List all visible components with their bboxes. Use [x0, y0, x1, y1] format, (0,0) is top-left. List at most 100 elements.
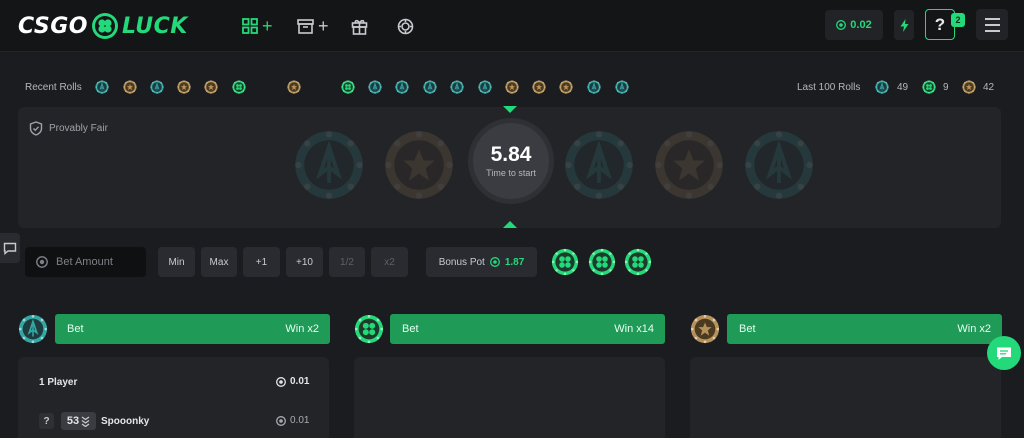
bet-amount-field[interactable]: Bet Amount	[25, 247, 146, 277]
recent-roll-chip	[559, 80, 573, 94]
provably-fair-label: Provably Fair	[49, 123, 108, 134]
players-total-value: 0.01	[290, 376, 310, 387]
top-header: CSGO LUCK + + 0.02 ? 2	[0, 0, 1024, 52]
player-level-value: 53	[66, 415, 80, 427]
t-chip-icon	[385, 131, 453, 199]
ct-chip-icon	[423, 80, 437, 94]
hamburger-menu-button[interactable]	[976, 9, 1008, 40]
chevrons-icon	[81, 415, 90, 427]
bet-plus-one-button[interactable]: +1	[243, 247, 280, 277]
place-bet-t-button[interactable]: Bet Win x2	[727, 314, 1002, 344]
player-bet-amount: 0.01	[276, 415, 309, 426]
clover-logo-icon	[91, 13, 118, 39]
win-multiplier-label: Win x2	[285, 323, 319, 335]
bet-max-button[interactable]: Max	[201, 247, 237, 277]
t-chip-icon	[559, 80, 573, 94]
bonus-chip-icon	[588, 248, 616, 276]
t-chip-icon	[177, 80, 191, 94]
column-ct-icon	[18, 314, 48, 344]
coin-icon	[36, 256, 48, 268]
place-bet-bonus-button[interactable]: Bet Win x14	[390, 314, 665, 344]
recent-roll-chip	[478, 80, 492, 94]
nav-rewards[interactable]	[351, 14, 368, 38]
stat-count: 9	[943, 82, 949, 93]
ct-chip-icon	[368, 80, 382, 94]
bonus-chip-icon	[354, 314, 384, 344]
bonus-chip	[551, 248, 579, 276]
last-100-rolls-label: Last 100 Rolls	[797, 82, 861, 93]
recent-roll-chip	[287, 80, 301, 94]
spinner-chip	[293, 129, 365, 201]
recent-roll-chip	[368, 80, 382, 94]
t-chip-icon	[532, 80, 546, 94]
ct-chip-icon	[295, 131, 363, 199]
logo-text-right: LUCK	[121, 13, 188, 39]
archive-icon	[297, 18, 314, 34]
support-chat-button[interactable]	[987, 336, 1021, 370]
stat-chip	[875, 80, 889, 94]
bonus-chip	[588, 248, 616, 276]
players-count: 1 Player	[39, 377, 78, 388]
nav-games-plus: +	[262, 15, 273, 36]
nav-roulette[interactable]	[397, 14, 414, 38]
chat-toggle-button[interactable]	[0, 233, 20, 263]
coin-icon	[836, 20, 847, 30]
recent-rolls-label: Recent Rolls	[25, 82, 82, 93]
ct-chip-icon	[450, 80, 464, 94]
bonus-chip	[624, 248, 652, 276]
balance-value: 0.02	[850, 19, 872, 31]
gift-icon	[351, 19, 368, 35]
ct-chip-icon	[615, 80, 629, 94]
player-name[interactable]: Spooonky	[101, 416, 149, 427]
bet-min-button[interactable]: Min	[158, 247, 195, 277]
bet-label: Bet	[402, 323, 419, 335]
bets-list-bonus	[354, 357, 665, 438]
spinner-chip	[653, 129, 725, 201]
ct-chip-icon	[478, 80, 492, 94]
spinner-pointer-top-icon	[503, 106, 517, 113]
bet-plus-ten-button[interactable]: +10	[286, 247, 323, 277]
nav-games[interactable]: +	[242, 14, 273, 38]
recent-roll-chip	[341, 80, 355, 94]
bet-amount-placeholder: Bet Amount	[56, 256, 113, 268]
win-multiplier-label: Win x2	[957, 323, 991, 335]
t-chip-icon	[123, 80, 137, 94]
ct-chip-icon	[587, 80, 601, 94]
spinner-chip	[383, 129, 455, 201]
bonus-chip-icon	[624, 248, 652, 276]
shield-check-icon	[29, 121, 43, 136]
spinner-pointer-bottom-icon	[503, 221, 517, 228]
players-total: 0.01	[276, 376, 309, 387]
t-chip-icon	[505, 80, 519, 94]
balance-display[interactable]: 0.02	[825, 10, 883, 40]
t-chip-icon	[287, 80, 301, 94]
column-bonus-icon	[354, 314, 384, 344]
logo[interactable]: CSGO LUCK	[18, 11, 188, 41]
player-rank-badge: ?	[39, 413, 54, 429]
t-chip-icon	[204, 80, 218, 94]
ct-chip-icon	[95, 80, 109, 94]
roulette-spinner: Provably Fair 5.84 Time to start	[18, 107, 1001, 228]
bet-double-button[interactable]: x2	[371, 247, 408, 277]
bonus-pot-value: 1.87	[504, 256, 525, 268]
t-chip-icon	[655, 131, 723, 199]
provably-fair-link[interactable]: Provably Fair	[29, 121, 108, 136]
t-chip-icon	[962, 80, 976, 94]
t-chip-icon	[690, 314, 720, 344]
recent-roll-chip	[587, 80, 601, 94]
spinner-chip	[743, 129, 815, 201]
place-bet-ct-button[interactable]: Bet Win x2	[55, 314, 330, 344]
stat-chip	[922, 80, 936, 94]
ct-chip-icon	[150, 80, 164, 94]
grid-icon	[242, 18, 258, 34]
countdown-label: Time to start	[486, 168, 536, 178]
nav-cases[interactable]: +	[297, 14, 329, 38]
boost-button[interactable]	[894, 10, 914, 40]
recent-roll-chip	[615, 80, 629, 94]
bet-half-button[interactable]: 1/2	[329, 247, 365, 277]
menu-line-icon	[984, 17, 1000, 20]
ct-chip-icon	[395, 80, 409, 94]
bonus-pot-label: Bonus Pot	[438, 256, 485, 268]
coin-icon	[276, 376, 286, 387]
help-label: ?	[934, 14, 946, 34]
